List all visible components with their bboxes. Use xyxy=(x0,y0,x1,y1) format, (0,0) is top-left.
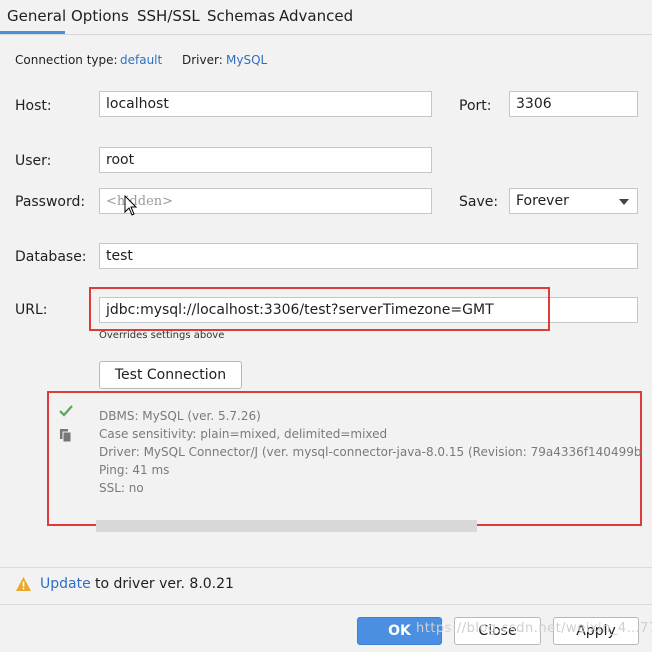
chevron-down-icon xyxy=(619,199,629,205)
tab-options[interactable]: Options xyxy=(71,7,129,25)
tab-bar: General Options SSH/SSL Schemas Advanced xyxy=(0,0,652,35)
user-label: User: xyxy=(15,153,52,169)
result-case-sensitivity: Case sensitivity: plain=mixed, delimited… xyxy=(99,427,388,441)
url-label: URL: xyxy=(15,302,48,318)
save-select-value: Forever xyxy=(516,193,569,209)
tab-bar-divider xyxy=(0,34,652,35)
footer-divider xyxy=(0,604,652,605)
url-highlight-box xyxy=(89,287,550,331)
save-select[interactable]: Forever xyxy=(509,188,638,214)
url-hint: Overrides settings above xyxy=(99,330,225,341)
driver-label: Driver: xyxy=(182,53,223,67)
password-input[interactable]: <hidden> xyxy=(99,188,432,214)
test-connection-button[interactable]: Test Connection xyxy=(99,361,242,389)
tab-schemas[interactable]: Schemas xyxy=(207,7,275,25)
watermark-text: https://blog.csdn.net/weixin_4…770 xyxy=(416,621,652,636)
tab-advanced[interactable]: Advanced xyxy=(279,7,353,25)
update-driver-link[interactable]: Update xyxy=(40,576,91,592)
warning-icon xyxy=(16,577,31,591)
mouse-cursor-icon xyxy=(124,195,138,216)
result-ping: Ping: 41 ms xyxy=(99,463,170,477)
port-input[interactable]: 3306 xyxy=(509,91,638,117)
result-ssl: SSL: no xyxy=(99,481,144,495)
database-input[interactable]: test xyxy=(99,243,638,269)
host-label: Host: xyxy=(15,98,52,114)
update-driver-text: to driver ver. 8.0.21 xyxy=(95,576,234,592)
save-label: Save: xyxy=(459,194,499,210)
check-icon xyxy=(59,405,73,417)
port-label: Port: xyxy=(459,98,492,114)
connection-type-link[interactable]: default xyxy=(120,53,162,67)
database-label: Database: xyxy=(15,249,87,265)
password-label: Password: xyxy=(15,194,86,210)
user-input[interactable]: root xyxy=(99,147,432,173)
result-scrollbar[interactable] xyxy=(96,520,477,532)
result-driver: Driver: MySQL Connector/J (ver. mysql-co… xyxy=(99,445,642,459)
copy-icon[interactable] xyxy=(59,428,73,444)
tab-general[interactable]: General xyxy=(7,7,66,25)
password-placeholder: <hidden> xyxy=(106,194,174,209)
host-input[interactable]: localhost xyxy=(99,91,432,117)
tab-ssh-ssl[interactable]: SSH/SSL xyxy=(137,7,200,25)
update-divider xyxy=(0,567,652,568)
driver-link[interactable]: MySQL xyxy=(226,53,267,67)
connection-type-label: Connection type: xyxy=(15,53,118,67)
result-dbms: DBMS: MySQL (ver. 5.7.26) xyxy=(99,409,261,423)
